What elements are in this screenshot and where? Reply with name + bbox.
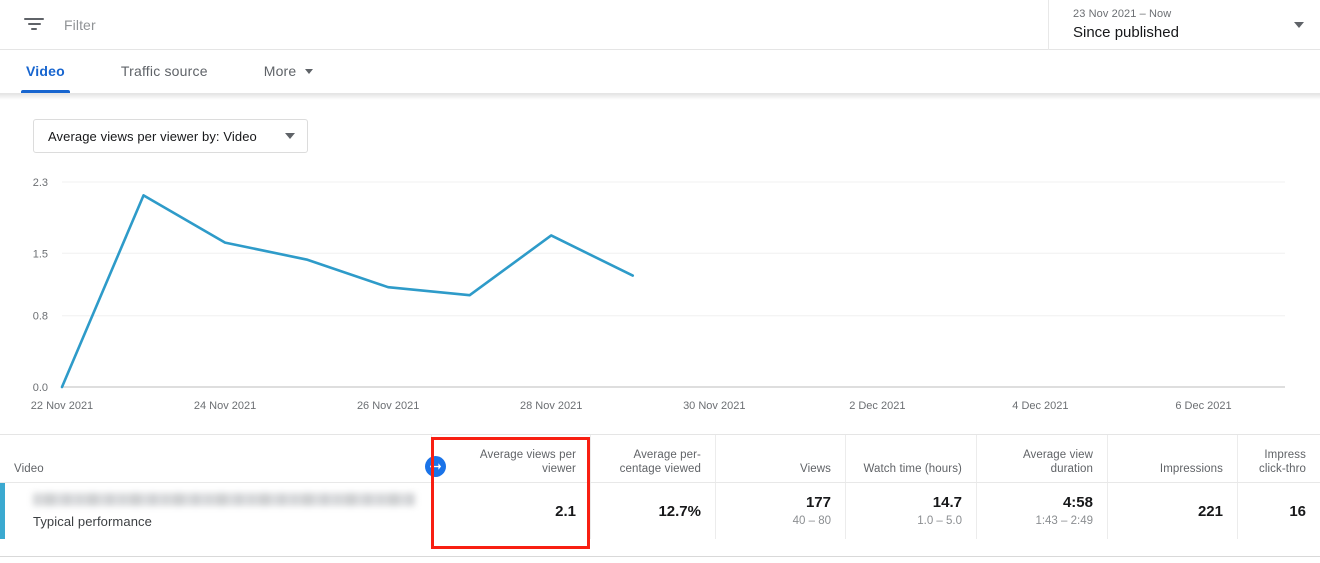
column-header-label: Video — [14, 463, 44, 475]
metric-cell: 16 — [1237, 483, 1320, 539]
chevron-down-icon — [284, 133, 295, 139]
y-axis-tick-label: 2.3 — [33, 177, 48, 189]
metric-value: 221 — [1197, 502, 1223, 520]
metric-value: 4:58 — [1062, 494, 1093, 511]
y-axis-tick-label: 0.0 — [33, 382, 48, 394]
date-range-selector[interactable]: 23 Nov 2021 – Now Since published — [1048, 0, 1320, 50]
metric-range: 1.0 – 5.0 — [917, 515, 962, 527]
metric-range: 40 – 80 — [792, 515, 831, 527]
metric-cell: 12.7% — [590, 483, 715, 539]
y-axis-tick-label: 1.5 — [33, 248, 48, 260]
column-header[interactable]: Views — [715, 435, 845, 482]
column-header-label: Impress click-thro — [1258, 449, 1306, 475]
date-range-label: Since published — [1073, 23, 1179, 41]
row-accent-bar — [0, 483, 5, 539]
metric-cell: 14.7 1.0 – 5.0 — [845, 483, 976, 539]
chart-y-axis: 2.3 1.5 0.8 0.0 — [33, 177, 48, 394]
chevron-down-icon — [305, 68, 314, 74]
x-axis-tick-label: 4 Dec 2021 — [1012, 400, 1068, 412]
line-chart[interactable]: 2.3 1.5 0.8 0.0 22 Nov 2021 24 Nov 2021 26 No… — [0, 170, 1320, 435]
metric-cell: 2.1 — [431, 483, 590, 539]
date-range-period: 23 Nov 2021 – Now — [1073, 7, 1172, 20]
tab-traffic-source[interactable]: Traffic source — [119, 49, 210, 93]
filter-input-placeholder[interactable]: Filter — [64, 17, 96, 33]
performance-label: Typical performance — [33, 514, 152, 529]
metric-select[interactable]: Average views per viewer by: Video — [33, 119, 308, 153]
resize-columns-icon[interactable] — [425, 456, 446, 477]
x-axis-tick-label: 6 Dec 2021 — [1175, 400, 1231, 412]
filter-control[interactable]: Filter — [0, 0, 1048, 49]
metrics-table: Video Average views per viewer Average per… — [0, 434, 1320, 556]
metric-cell: 177 40 – 80 — [715, 483, 845, 539]
metric-value: 16 — [1289, 502, 1306, 520]
filter-icon[interactable] — [24, 17, 44, 32]
metric-range: 1:43 – 2:49 — [1035, 515, 1093, 527]
metric-value: 2.1 — [555, 502, 576, 520]
tab-traffic-source-label: Traffic source — [120, 63, 208, 79]
x-axis-tick-label: 28 Nov 2021 — [520, 400, 582, 412]
column-header[interactable]: Impress click-thro — [1237, 435, 1320, 482]
column-header-label: Average views per viewer — [479, 449, 576, 475]
y-axis-tick-label: 0.8 — [33, 311, 48, 323]
metric-cell: 4:58 1:43 – 2:49 — [976, 483, 1107, 539]
x-axis-tick-label: 26 Nov 2021 — [357, 400, 419, 412]
tab-video-label: Video — [26, 63, 65, 79]
analytics-page: Filter 23 Nov 2021 – Now Since published… — [0, 0, 1320, 563]
video-cell[interactable]: Typical performance — [0, 483, 431, 539]
column-header[interactable]: Video — [0, 435, 431, 482]
tab-more-label: More — [263, 63, 297, 79]
column-header-label: Average view duration — [1022, 449, 1093, 475]
column-header-label: Impressions — [1159, 463, 1223, 475]
metric-cell: 221 — [1107, 483, 1237, 539]
top-filter-bar: Filter 23 Nov 2021 – Now Since published — [0, 0, 1320, 50]
tab-more[interactable]: More — [262, 49, 316, 93]
x-axis-tick-label: 30 Nov 2021 — [683, 400, 745, 412]
column-header[interactable]: Average per-centage viewed — [590, 435, 715, 482]
column-header[interactable]: Watch time (hours) — [845, 435, 976, 482]
x-axis-tick-label: 24 Nov 2021 — [194, 400, 256, 412]
chart-x-axis: 22 Nov 2021 24 Nov 2021 26 Nov 2021 28 Nov … — [31, 400, 1232, 412]
table-row[interactable]: Typical performance 2.1 12.7% 177 40 – 80 14.… — [0, 483, 1320, 539]
column-header-label: Watch time (hours) — [863, 463, 962, 475]
column-header[interactable]: Impressions — [1107, 435, 1237, 482]
column-header[interactable]: Average view duration — [976, 435, 1107, 482]
date-range-text: 23 Nov 2021 – Now Since published — [1073, 7, 1179, 43]
metric-value: 12.7% — [658, 502, 701, 520]
tab-video[interactable]: Video — [21, 49, 70, 93]
x-axis-tick-label: 22 Nov 2021 — [31, 400, 93, 412]
table-header-row: Video Average views per viewer Average per… — [0, 435, 1320, 483]
chevron-down-icon[interactable] — [1294, 21, 1304, 28]
tabs-shadow — [0, 94, 1320, 100]
chart-container: 2.3 1.5 0.8 0.0 22 Nov 2021 24 Nov 2021 26 No… — [0, 170, 1320, 435]
x-axis-tick-label: 2 Dec 2021 — [849, 400, 905, 412]
column-header[interactable]: Average views per viewer — [431, 435, 590, 482]
video-title-redacted — [33, 493, 415, 506]
metric-select-label: Average views per viewer by: Video — [48, 128, 257, 144]
bottom-spacer — [0, 557, 1320, 563]
column-header-label: Average per-centage viewed — [619, 449, 701, 475]
tab-bar: Video Traffic source More — [0, 50, 1320, 94]
chart-series-line — [60, 194, 635, 389]
metric-value: 14.7 — [932, 494, 962, 511]
column-header-label: Views — [800, 463, 831, 475]
metric-value: 177 — [805, 494, 831, 511]
chart-gridlines — [62, 181, 1285, 388]
